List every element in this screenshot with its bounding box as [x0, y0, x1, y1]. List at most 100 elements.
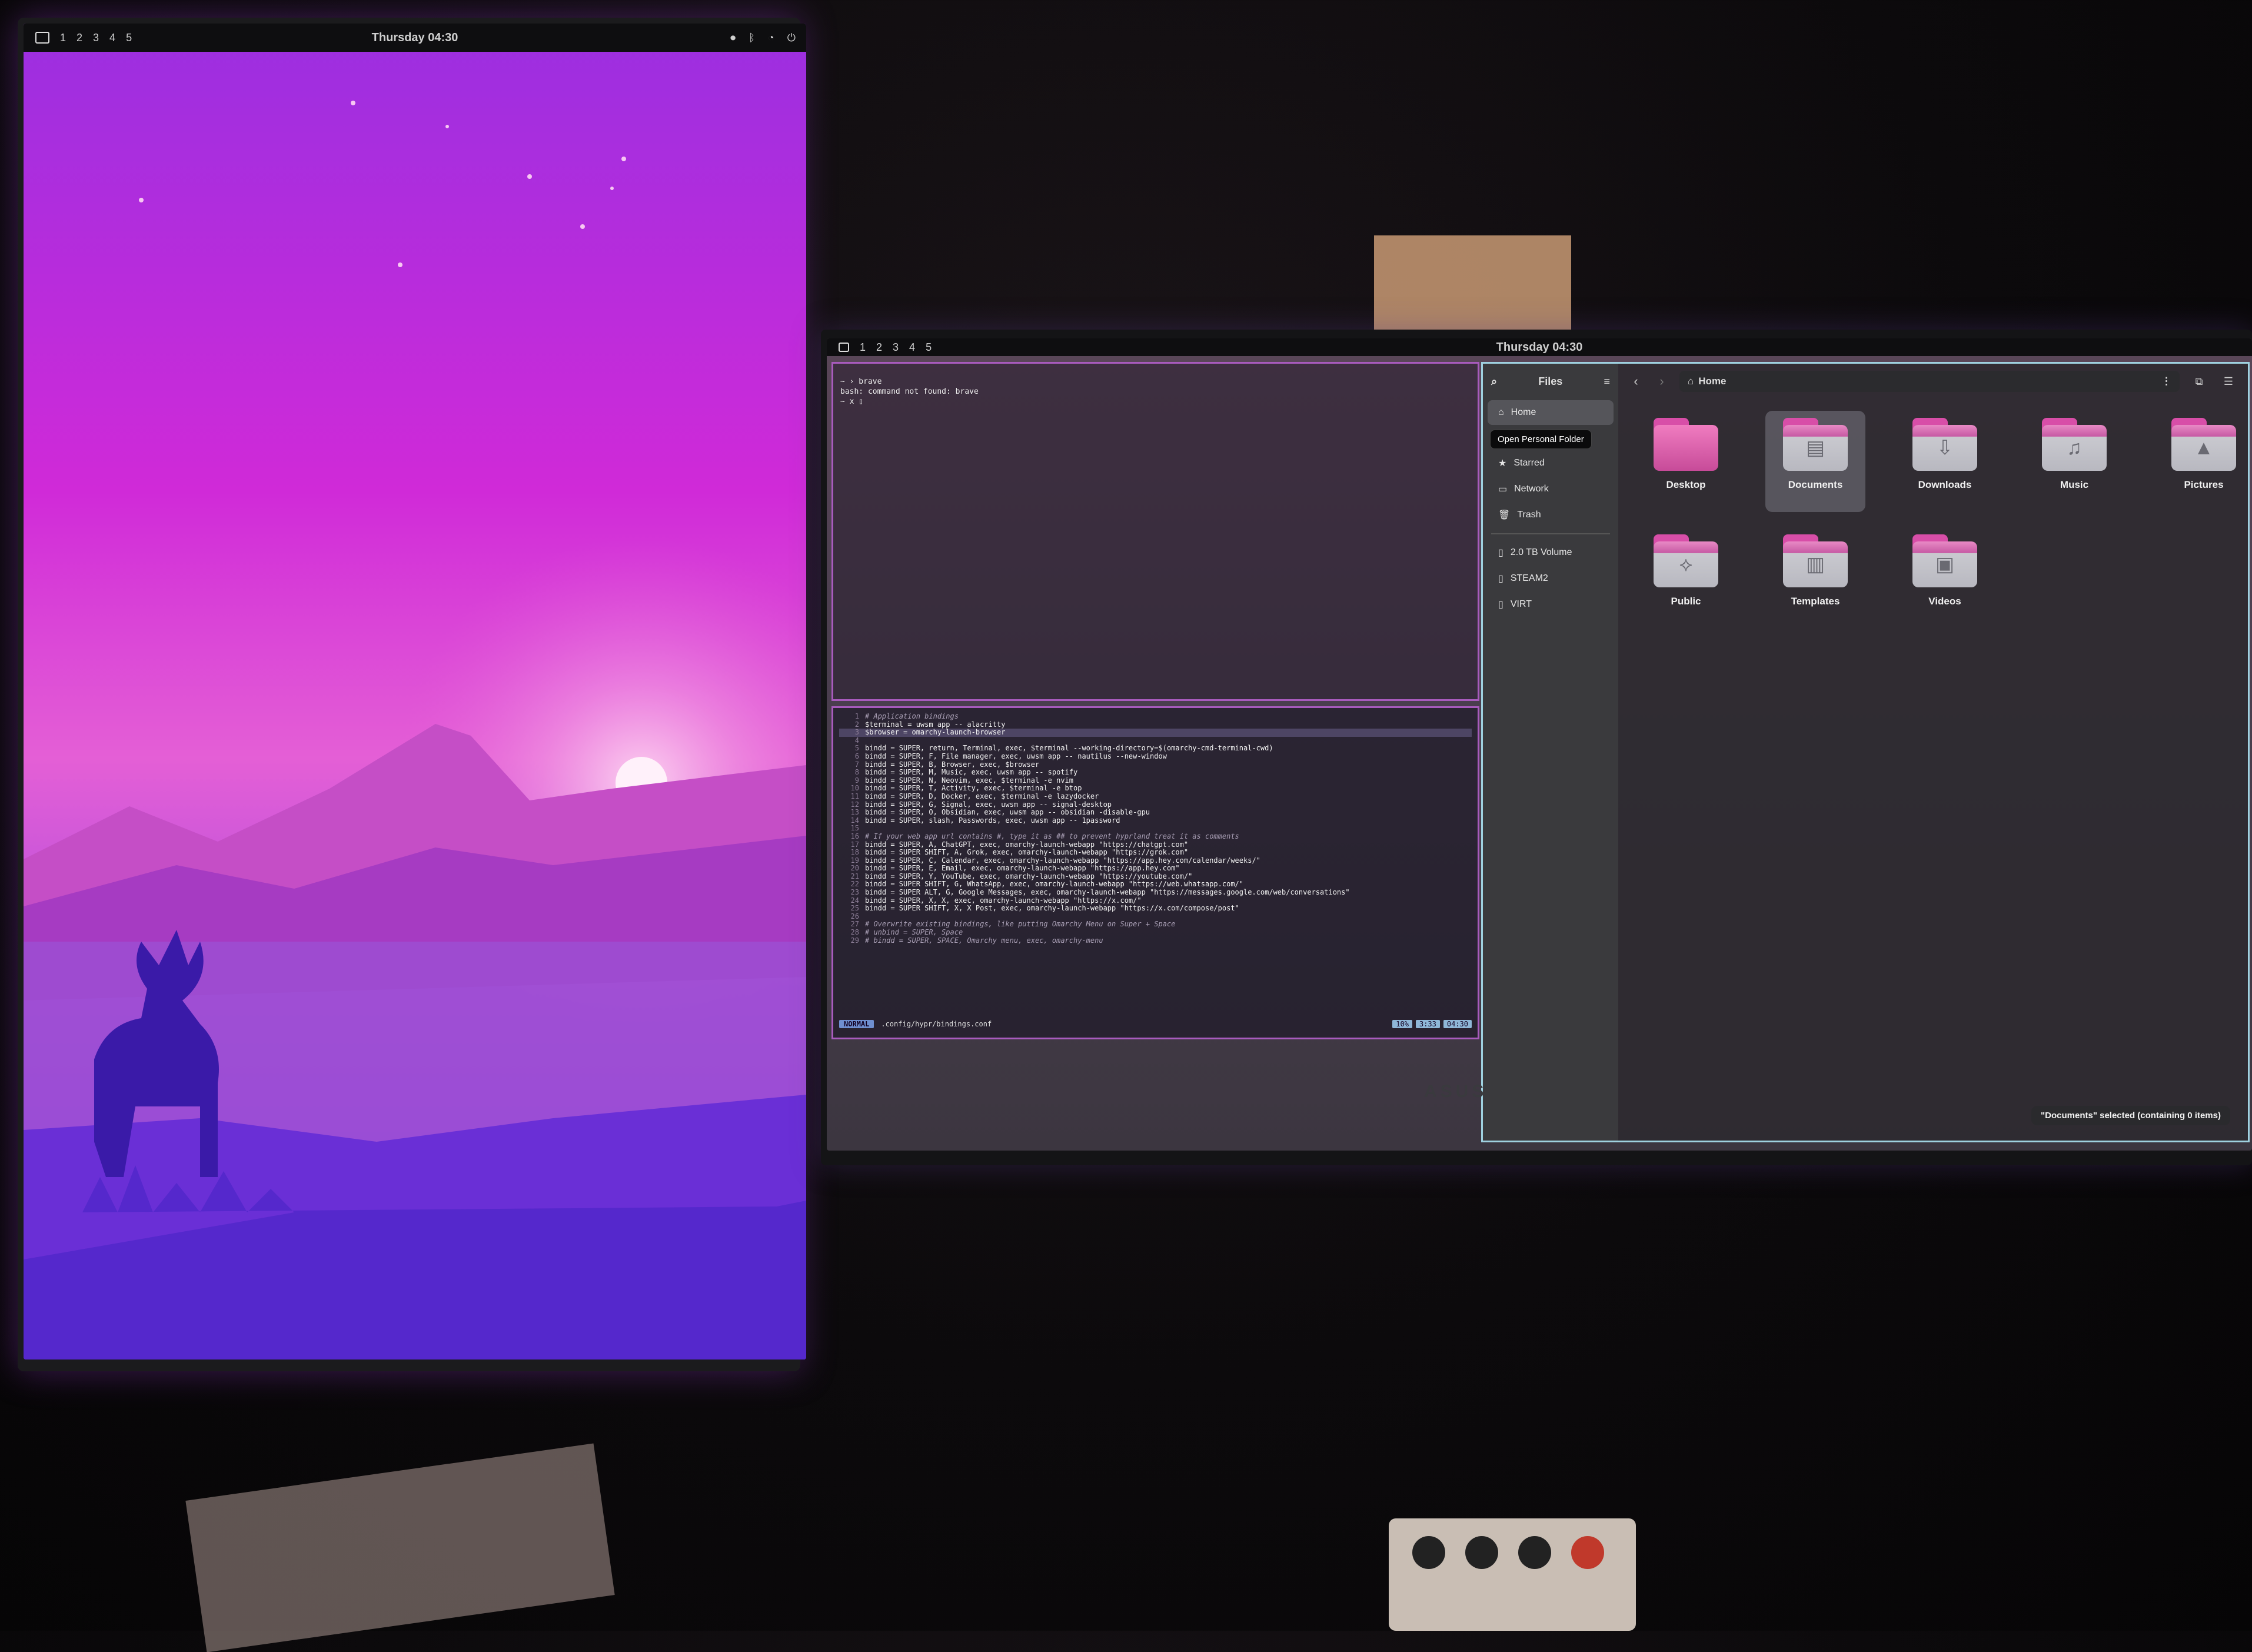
line-number: 5	[854, 744, 859, 753]
right-top-bar: 1 2 3 4 5 Thursday 04:30	[827, 338, 2252, 356]
workspace-switcher: 1 2 3 4 5	[24, 32, 132, 44]
path-bar[interactable]: ⌂ Home ⋮	[1679, 371, 2180, 392]
line-number: 18	[850, 848, 859, 857]
screen-record-icon[interactable]: ⏺	[730, 32, 736, 44]
wifi-icon[interactable]: ◔	[768, 32, 774, 44]
back-icon[interactable]: ‹	[1628, 374, 1644, 389]
editor-line[interactable]: 26	[839, 912, 1472, 921]
editor-line[interactable]: 7 bindd = SUPER, B, Browser, exec, $brows…	[839, 760, 1472, 769]
workspace-5[interactable]: 5	[926, 341, 932, 354]
workspace-5[interactable]: 5	[126, 32, 132, 44]
line-text: # Overwrite existing bindings, like putt…	[865, 920, 1176, 929]
editor-line[interactable]: 22 bindd = SUPER SHIFT, G, WhatsApp, exec…	[839, 880, 1472, 889]
sidebar-item-network[interactable]: ▭ Network	[1488, 477, 1614, 501]
folder-item-videos[interactable]: ▣ Videos	[1895, 527, 1995, 629]
editor-statusline: NORMAL .config/hypr/bindings.conf 10% 3:…	[839, 1019, 1472, 1029]
path-menu-icon[interactable]: ⋮	[2161, 375, 2171, 387]
editor-buffer[interactable]: 1 # Application bindings 2 $terminal = uwsm…	[839, 712, 1472, 945]
editor-line[interactable]: 3 $browser = omarchy-launch-browser	[839, 729, 1472, 737]
top-bar-clock[interactable]: Thursday 04:30	[372, 31, 458, 45]
active-workspace-icon[interactable]	[839, 343, 849, 352]
editor-line[interactable]: 29 # bindd = SUPER, SPACE, Omarchy menu, …	[839, 936, 1472, 945]
sidebar-item-drive-2[interactable]: ▯ STEAM2	[1488, 566, 1614, 591]
wallpaper-landscape	[24, 24, 806, 1360]
editor-line[interactable]: 12 bindd = SUPER, G, Signal, exec, uwsm a…	[839, 800, 1472, 809]
editor-line[interactable]: 15	[839, 825, 1472, 833]
files-window[interactable]: ⌕ Files ≡ ⌂ Home ★ Starred ▭ Network 🗑 T…	[1481, 362, 2250, 1142]
folder-item-templates[interactable]: ▥ Templates	[1765, 527, 1865, 629]
knob	[1465, 1536, 1498, 1569]
editor-line[interactable]: 28 # unbind = SUPER, Space	[839, 928, 1472, 937]
line-number: 15	[850, 824, 859, 833]
knob	[1571, 1536, 1604, 1569]
editor-line[interactable]: 23 bindd = SUPER ALT, G, Google Messages,…	[839, 888, 1472, 897]
sidebar-item-label: Home	[1511, 407, 1536, 417]
bluetooth-icon[interactable]: ᛒ	[749, 32, 755, 44]
editor-line[interactable]: 24 bindd = SUPER, X, X, exec, omarchy-lau…	[839, 896, 1472, 905]
editor-line[interactable]: 17 bindd = SUPER, A, ChatGPT, exec, omarc…	[839, 840, 1472, 849]
neovim-editor-window[interactable]: 1 # Application bindings 2 $terminal = uwsm…	[831, 706, 1479, 1039]
folder-item-documents[interactable]: ▤ Documents	[1765, 411, 1865, 512]
workspace-3[interactable]: 3	[93, 32, 99, 44]
sidebar-item-home[interactable]: ⌂ Home	[1488, 400, 1614, 425]
top-bar-clock[interactable]: Thursday 04:30	[1496, 341, 1583, 354]
line-number: 12	[850, 800, 859, 809]
folder-icon: ▥	[1783, 534, 1848, 587]
sidebar-item-label: Network	[1514, 484, 1549, 494]
editor-line[interactable]: 27 # Overwrite existing bindings, like pu…	[839, 920, 1472, 929]
editor-line[interactable]: 1 # Application bindings	[839, 712, 1472, 721]
drive-icon: ▯	[1498, 600, 1503, 610]
editor-line[interactable]: 6 bindd = SUPER, F, File manager, exec, u…	[839, 752, 1472, 761]
editor-line[interactable]: 5 bindd = SUPER, return, Terminal, exec, …	[839, 744, 1472, 753]
menu-icon[interactable]: ≡	[1604, 375, 1610, 388]
editor-line[interactable]: 4	[839, 736, 1472, 745]
folder-item-desktop[interactable]: Desktop	[1636, 411, 1736, 512]
folder-item-pictures[interactable]: ▲ Pictures	[2154, 411, 2252, 512]
folder-item-downloads[interactable]: ⇩ Downloads	[1895, 411, 1995, 512]
list-view-icon[interactable]: ☰	[2218, 371, 2238, 391]
forward-icon[interactable]: ›	[1654, 374, 1670, 389]
folder-item-public[interactable]: ⟡ Public	[1636, 527, 1736, 629]
power-icon[interactable]: ⏻	[787, 32, 796, 44]
sidebar-item-trash[interactable]: 🗑 Trash	[1488, 503, 1614, 527]
workspace-switcher: 1 2 3 4 5	[827, 341, 932, 354]
workspace-1[interactable]: 1	[860, 341, 866, 354]
workspace-2[interactable]: 2	[76, 32, 82, 44]
terminal-prompt[interactable]: ~ x ▯	[840, 397, 1471, 407]
sidebar-item-starred[interactable]: ★ Starred	[1488, 451, 1614, 476]
folder-icon: ♫	[2042, 418, 2107, 471]
workspace-2[interactable]: 2	[876, 341, 882, 354]
line-text: bindd = SUPER SHIFT, X, X Post, exec, om…	[865, 904, 1239, 913]
editor-line[interactable]: 13 bindd = SUPER, O, Obsidian, exec, uwsm…	[839, 809, 1472, 817]
editor-line[interactable]: 14 bindd = SUPER, slash, Passwords, exec,…	[839, 816, 1472, 825]
sidebar-item-drive-1[interactable]: ▯ 2.0 TB Volume	[1488, 540, 1614, 565]
folder-item-music[interactable]: ♫ Music	[2024, 411, 2124, 512]
workspace-3[interactable]: 3	[893, 341, 899, 354]
editor-line[interactable]: 18 bindd = SUPER SHIFT, A, Grok, exec, om…	[839, 848, 1472, 857]
active-workspace-icon[interactable]	[35, 32, 49, 44]
editor-line[interactable]: 9 bindd = SUPER, N, Neovim, exec, $termin…	[839, 776, 1472, 785]
search-icon[interactable]: ⌕	[1491, 375, 1497, 388]
terminal-window[interactable]: ~ › brave bash: command not found: brave…	[831, 362, 1479, 701]
workspace-1[interactable]: 1	[60, 32, 66, 44]
line-number: 10	[850, 784, 859, 793]
workspace-4[interactable]: 4	[909, 341, 915, 354]
editor-line[interactable]: 2 $terminal = uwsm app -- alacritty	[839, 720, 1472, 729]
folder-icon: ⟡	[1654, 534, 1718, 587]
line-text: bindd = SUPER, G, Signal, exec, uwsm app…	[865, 800, 1112, 809]
view-options-icon[interactable]: ⧉	[2189, 371, 2209, 391]
editor-line[interactable]: 19 bindd = SUPER, C, Calendar, exec, omar…	[839, 856, 1472, 865]
line-number: 21	[850, 872, 859, 880]
editor-line[interactable]: 10 bindd = SUPER, T, Activity, exec, $ter…	[839, 785, 1472, 793]
line-text: bindd = SUPER, F, File manager, exec, uw…	[865, 752, 1167, 760]
editor-line[interactable]: 21 bindd = SUPER, Y, YouTube, exec, omarc…	[839, 872, 1472, 881]
editor-line[interactable]: 8 bindd = SUPER, M, Music, exec, uwsm app…	[839, 769, 1472, 777]
home-icon: ⌂	[1498, 407, 1504, 417]
workspace-4[interactable]: 4	[109, 32, 115, 44]
editor-line[interactable]: 25 bindd = SUPER SHIFT, X, X Post, exec, …	[839, 905, 1472, 913]
editor-line[interactable]: 11 bindd = SUPER, D, Docker, exec, $termi…	[839, 792, 1472, 801]
editor-line[interactable]: 16 # If your web app url contains #, type…	[839, 832, 1472, 841]
line-text: # Application bindings	[865, 712, 959, 720]
sidebar-item-drive-3[interactable]: ▯ VIRT	[1488, 592, 1614, 617]
editor-line[interactable]: 20 bindd = SUPER, E, Email, exec, omarchy…	[839, 865, 1472, 873]
